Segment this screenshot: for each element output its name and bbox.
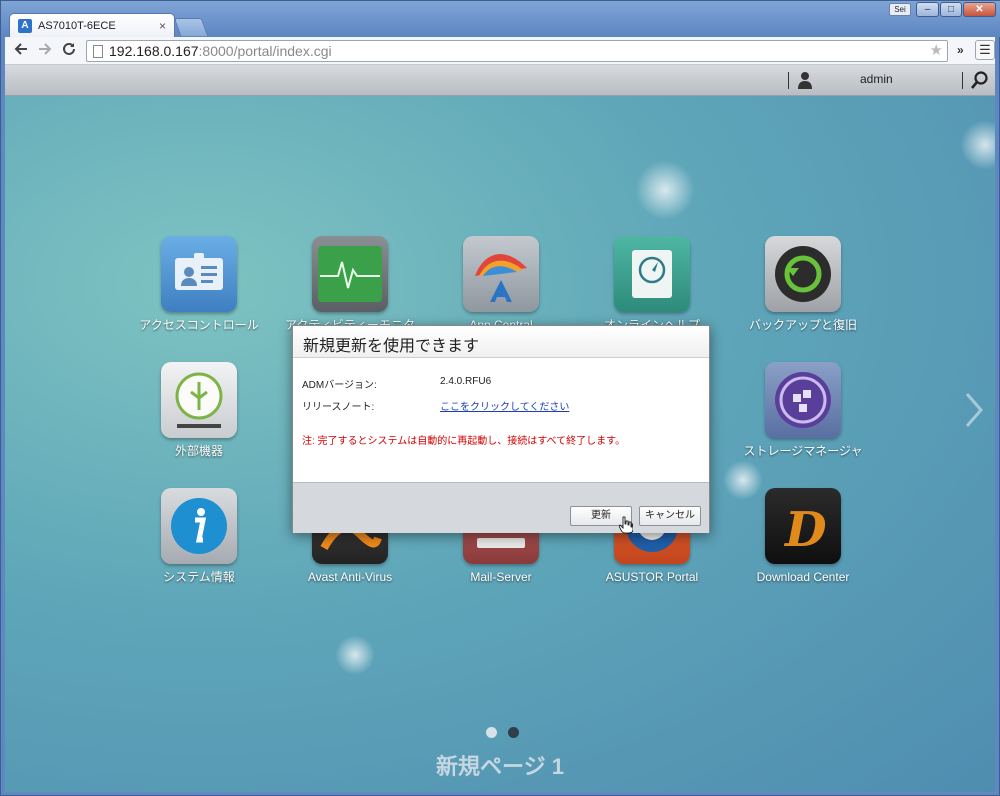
release-notes-link[interactable]: ここをクリックしてください xyxy=(440,398,569,413)
cancel-button[interactable]: キャンセル xyxy=(639,506,701,526)
release-notes-label: リリースノート: xyxy=(302,402,375,413)
forward-arrow-icon[interactable] xyxy=(35,41,55,61)
new-tab-button[interactable] xyxy=(173,18,209,36)
hand-cursor-icon xyxy=(619,516,633,534)
dialog-title: 新規更新を使用できます xyxy=(293,326,709,358)
back-arrow-icon[interactable] xyxy=(11,41,31,61)
tab-title: AS7010T-6ECE xyxy=(38,19,116,32)
adm-version-label: ADMバージョン: xyxy=(302,380,377,391)
page-title: 新規ページ 1 xyxy=(436,754,564,779)
extensions-overflow-icon[interactable]: » xyxy=(957,43,964,57)
divider xyxy=(962,72,963,89)
download-center-icon: D xyxy=(765,488,841,564)
browser-menu-icon[interactable]: ☰ xyxy=(975,40,995,60)
adm-desktop: admin アクセスコントロール アクティビティーモニター App Centra… xyxy=(5,65,995,792)
url-host: 192.168.0.167 xyxy=(109,43,199,59)
page-dot-2[interactable] xyxy=(508,727,519,738)
browser-toolbar: 192.168.0.167:8000/portal/index.cgi ★ » … xyxy=(5,37,995,65)
app-system-information[interactable]: システム情報 xyxy=(134,488,264,584)
close-window-button[interactable]: ✕ xyxy=(963,2,996,17)
username-label[interactable]: admin xyxy=(860,72,893,86)
user-icon[interactable] xyxy=(798,71,812,89)
bookmark-star-icon[interactable]: ★ xyxy=(930,41,943,59)
title-bar: A AS7010T-6ECE × Sei – □ ✕ xyxy=(1,1,1000,37)
app-label: Mail-Server xyxy=(470,570,532,584)
url-path: :8000/portal/index.cgi xyxy=(198,43,332,59)
info-icon xyxy=(161,488,237,564)
app-access-control[interactable]: アクセスコントロール xyxy=(134,236,264,332)
heartbeat-monitor-icon xyxy=(312,236,388,312)
app-label: バックアップと復旧 xyxy=(748,318,857,332)
app-label: ASUSTOR Portal xyxy=(605,570,699,584)
background-glow xyxy=(960,120,995,170)
adm-version-value: 2.4.0.RFU6 xyxy=(440,376,492,387)
app-label: 外部機器 xyxy=(174,444,223,458)
profile-chip[interactable]: Sei xyxy=(889,3,911,16)
storage-manager-icon xyxy=(765,362,841,438)
app-storage-manager[interactable]: ストレージマネージャ xyxy=(738,362,868,458)
tab-close-icon[interactable]: × xyxy=(159,19,166,33)
id-card-icon xyxy=(161,236,237,312)
next-page-arrow-icon[interactable] xyxy=(963,390,985,430)
app-label: Avast Anti-Virus xyxy=(307,570,393,584)
app-download-center[interactable]: D Download Center xyxy=(738,488,868,584)
dialog-footer: 更新 キャンセル xyxy=(293,482,709,534)
adm-top-bar: admin xyxy=(5,65,995,96)
maximize-button[interactable]: □ xyxy=(940,2,962,17)
divider xyxy=(788,72,789,89)
background-glow xyxy=(635,160,695,220)
release-notes-row: リリースノート: ここをクリックしてください xyxy=(302,398,709,420)
dialog-body: ADMバージョン: 2.4.0.RFU6 リリースノート: ここをクリックしてく… xyxy=(293,358,709,482)
app-online-help[interactable]: オンラインヘルプ xyxy=(587,236,717,332)
address-bar[interactable]: 192.168.0.167:8000/portal/index.cgi ★ xyxy=(86,40,948,62)
adm-version-row: ADMバージョン: 2.4.0.RFU6 xyxy=(302,376,709,398)
reload-icon[interactable] xyxy=(59,41,79,61)
compass-book-icon xyxy=(614,236,690,312)
app-backup-restore[interactable]: バックアップと復旧 xyxy=(738,236,868,332)
page-dot-1[interactable] xyxy=(486,727,497,738)
page-icon xyxy=(93,44,103,58)
search-icon[interactable] xyxy=(971,71,989,89)
update-dialog: 新規更新を使用できます ADMバージョン: 2.4.0.RFU6 リリースノート… xyxy=(292,325,710,534)
app-external-devices[interactable]: 外部機器 xyxy=(134,362,264,458)
background-glow xyxy=(335,635,375,675)
app-central-icon xyxy=(463,236,539,312)
app-app-central[interactable]: App Central xyxy=(436,236,566,332)
browser-window: A AS7010T-6ECE × Sei – □ ✕ 192.168.0.167… xyxy=(0,0,1000,796)
app-label: アクセスコントロール xyxy=(139,318,259,332)
asustor-favicon-icon: A xyxy=(18,18,32,33)
app-label: ストレージマネージャ xyxy=(743,444,863,458)
backup-restore-icon xyxy=(765,236,841,312)
app-label: システム情報 xyxy=(163,570,235,584)
restart-warning: 注: 完了するとシステムは自動的に再起動し、接続はすべて終了します。 xyxy=(302,436,626,447)
minimize-button[interactable]: – xyxy=(916,2,939,17)
usb-icon xyxy=(161,362,237,438)
browser-tab[interactable]: A AS7010T-6ECE × xyxy=(9,13,175,37)
svg-text:D: D xyxy=(783,502,827,558)
app-label: Download Center xyxy=(756,570,850,584)
